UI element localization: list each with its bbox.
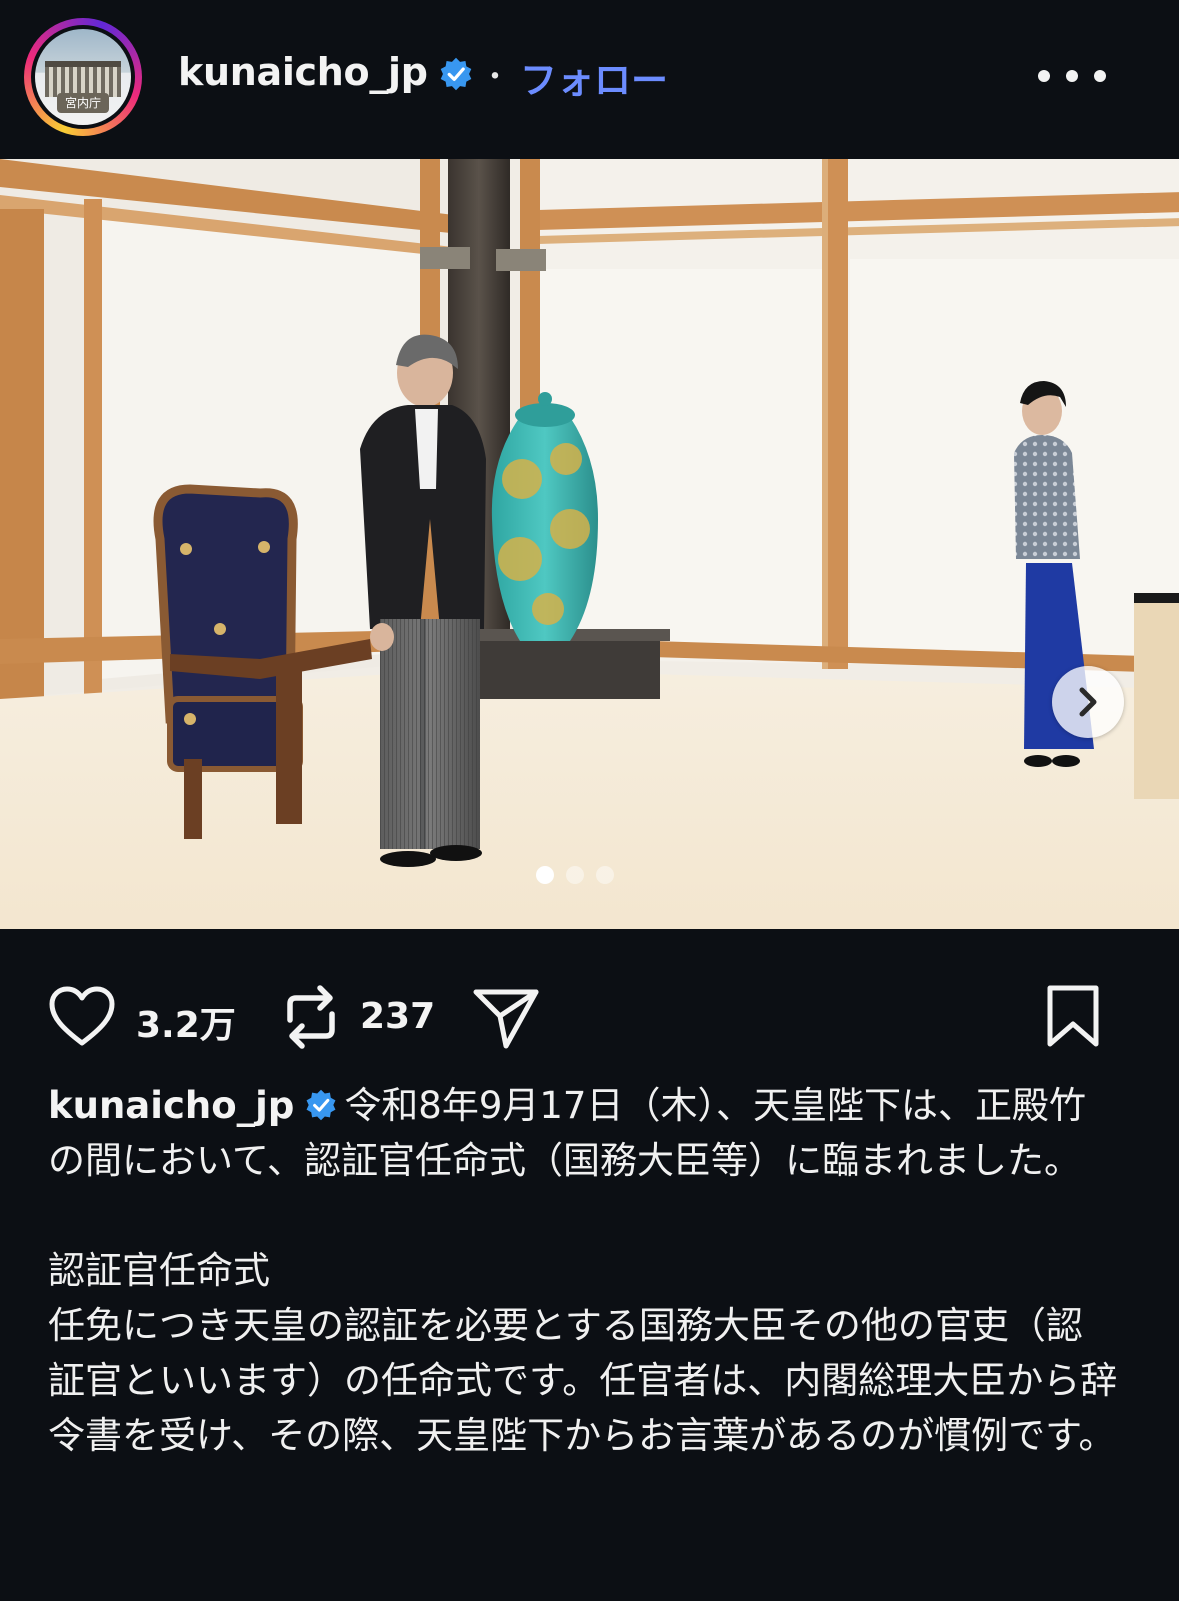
avatar[interactable]: 宮内庁 [24,18,142,136]
verified-icon [440,57,472,91]
carousel-dot-active [536,866,554,884]
heart-icon[interactable] [48,986,116,1048]
separator: ・ [480,60,510,95]
caption: kunaicho_jp 令和8年9月17日（木）、天皇陛下は、正殿竹の間において、… [48,1078,1118,1463]
caption-body: 任免につき天皇の認証を必要とする国務大臣その他の官吏（認証官といいます）の任命式… [48,1304,1118,1457]
username[interactable]: kunaicho_jp [178,50,428,94]
caption-paragraph: kunaicho_jp 令和8年9月17日（木）、天皇陛下は、正殿竹の間において、… [48,1078,1118,1188]
avatar-logo-text: 宮内庁 [57,93,109,113]
photo-scene [0,159,1179,929]
post-header: 宮内庁 kunaicho_jp ・ フォロー [0,0,1179,160]
more-icon[interactable] [1032,64,1112,88]
bookmark-icon[interactable] [1044,984,1102,1050]
avatar-frame: 宮内庁 [31,25,135,129]
repost-count[interactable]: 237 [360,996,435,1037]
like-count[interactable]: 3.2万 [136,996,236,1048]
carousel-dots [536,866,626,886]
chevron-right-icon [1079,687,1097,717]
caption-heading: 認証官任命式 [48,1249,270,1292]
verified-icon [306,1089,336,1121]
follow-button[interactable]: フォロー [520,50,668,104]
carousel-dot [596,866,614,884]
carousel-dot [566,866,584,884]
avatar-building [45,61,121,97]
repost-icon[interactable] [282,982,340,1052]
post-photo[interactable] [0,159,1179,929]
caption-username[interactable]: kunaicho_jp [48,1084,294,1127]
send-icon[interactable] [472,986,540,1050]
carousel-next-button[interactable] [1052,666,1124,738]
avatar-image: 宮内庁 [35,29,131,125]
